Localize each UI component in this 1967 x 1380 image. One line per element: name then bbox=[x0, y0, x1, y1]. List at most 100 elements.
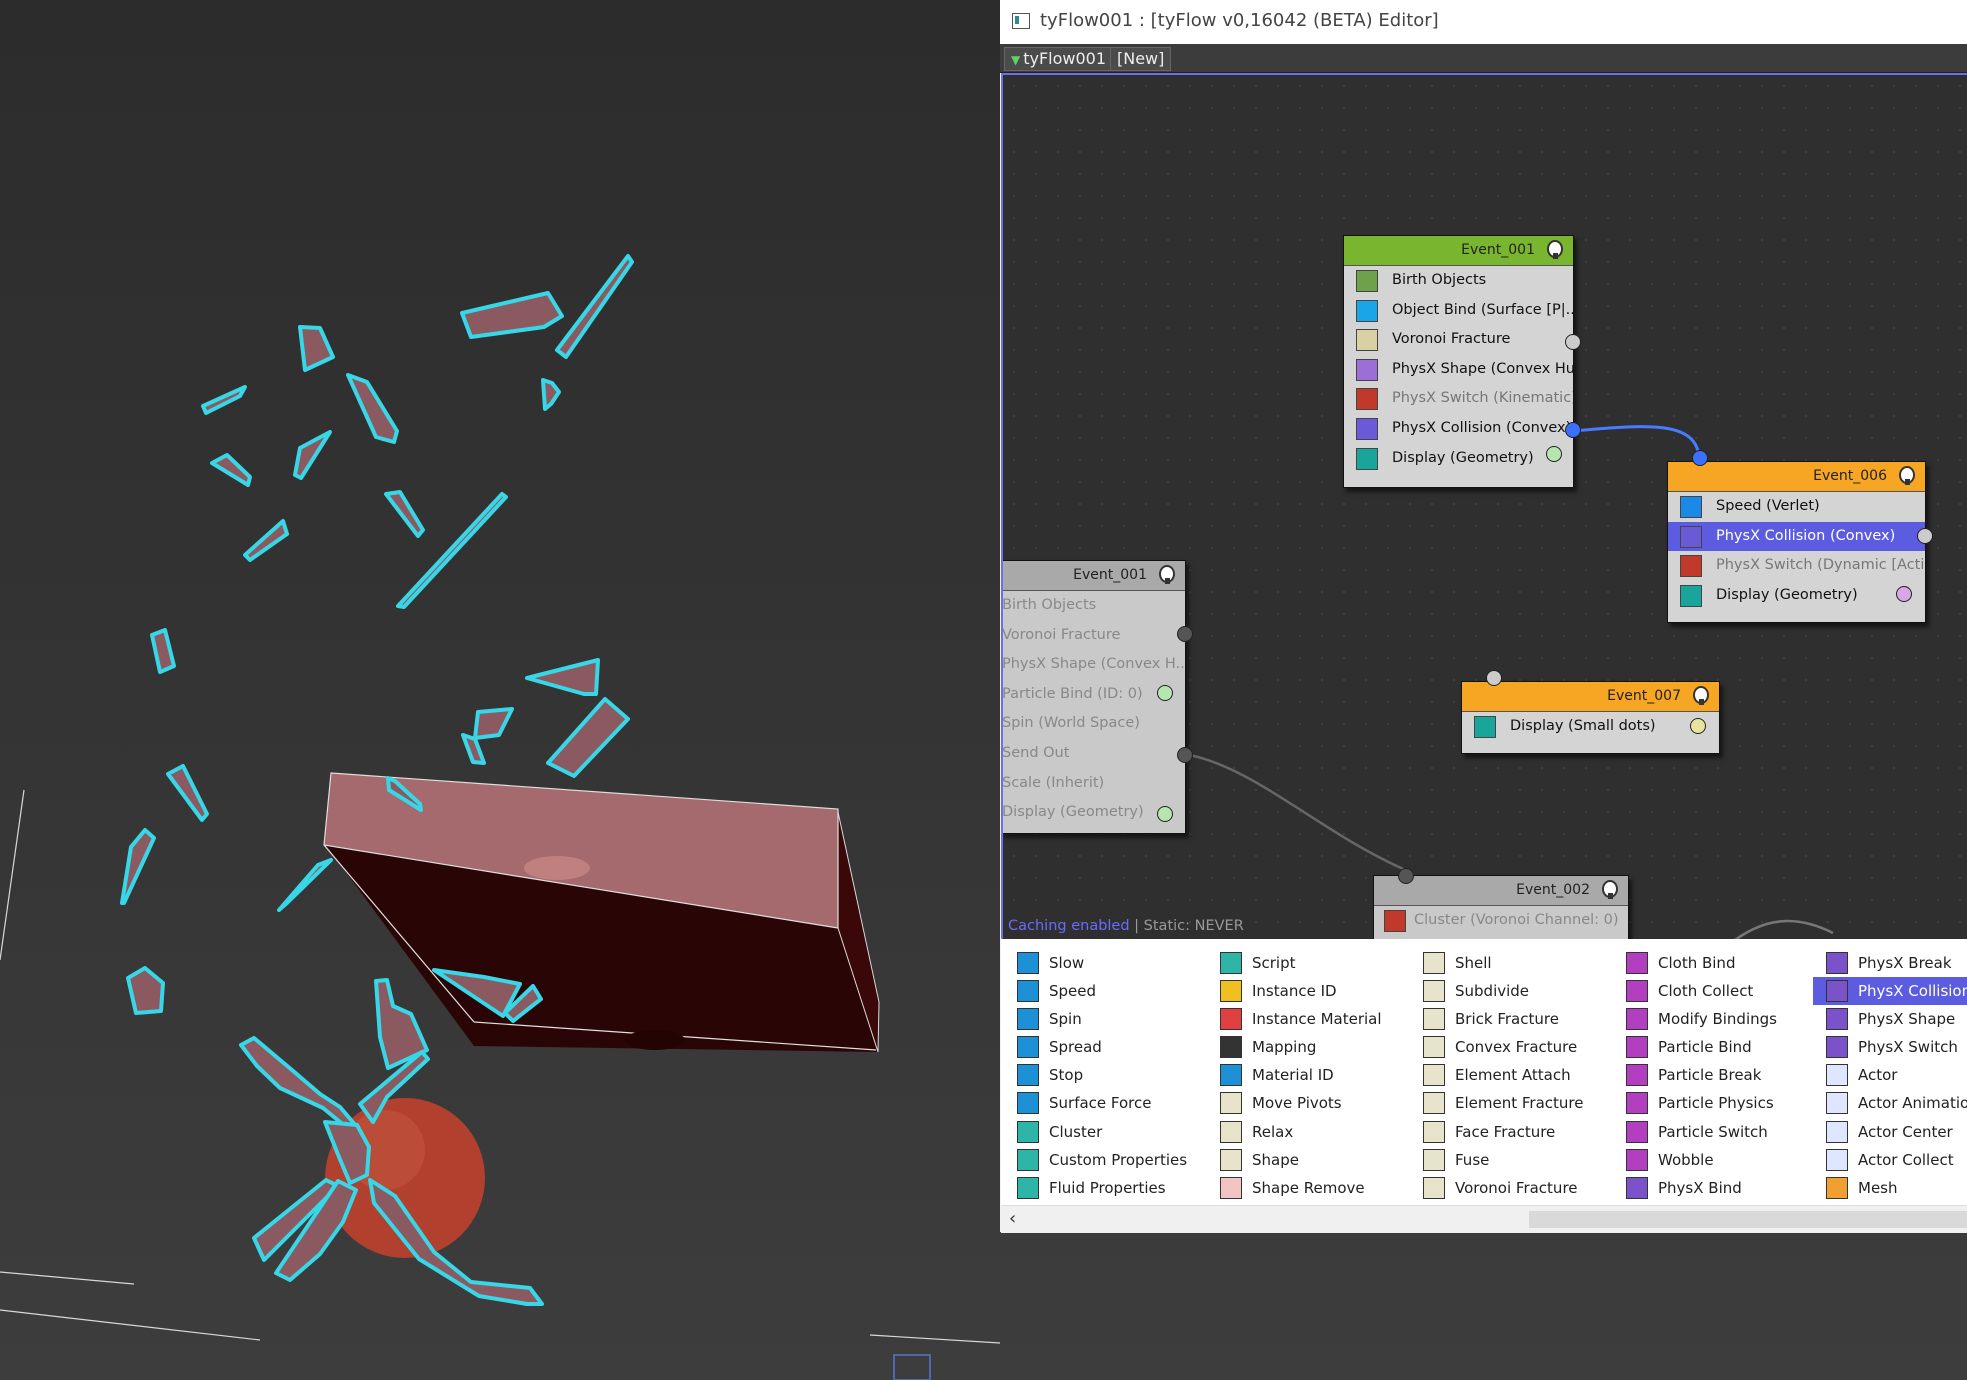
output-port[interactable] bbox=[1917, 528, 1933, 544]
operator-object-bind[interactable]: Object Bind (Surface [P|... bbox=[1344, 296, 1573, 326]
event-header[interactable]: Event_001 bbox=[1003, 561, 1185, 591]
depot-item-convex-fracture[interactable]: Convex Fracture bbox=[1415, 1033, 1605, 1061]
depot-item-instance-id[interactable]: Instance ID bbox=[1212, 977, 1402, 1005]
depot-item-shape-remove[interactable]: Shape Remove bbox=[1212, 1174, 1402, 1202]
operator-cluster[interactable]: Cluster (Voronoi Channel: 0) bbox=[1374, 906, 1628, 936]
depot-item-instance-material[interactable]: Instance Material bbox=[1212, 1005, 1402, 1033]
operator-birth-objects[interactable]: Birth Objects bbox=[1344, 266, 1573, 296]
operator-display[interactable]: Display (Geometry) bbox=[1668, 581, 1925, 611]
depot-horizontal-scrollbar[interactable]: ‹ bbox=[1001, 1205, 1967, 1233]
depot-item-modify-bindings[interactable]: Modify Bindings bbox=[1618, 1005, 1808, 1033]
scroll-left-arrow-icon[interactable]: ‹ bbox=[1009, 1208, 1016, 1229]
tyflow-editor-window[interactable]: tyFlow001 : [tyFlow v0,16042 (BETA) Edit… bbox=[1000, 0, 1967, 1233]
depot-item-fuse[interactable]: Fuse bbox=[1415, 1146, 1605, 1174]
display-color-swatch[interactable] bbox=[1157, 806, 1173, 822]
depot-item-shape[interactable]: Shape bbox=[1212, 1146, 1402, 1174]
caching-status[interactable]: Caching enabled bbox=[1008, 918, 1130, 934]
display-color-swatch[interactable] bbox=[1157, 685, 1173, 701]
operator-voronoi-fracture[interactable]: Voronoi Fracture bbox=[1003, 621, 1185, 651]
depot-item-particle-bind[interactable]: Particle Bind bbox=[1618, 1033, 1808, 1061]
depot-item-actor-collect[interactable]: Actor Collect bbox=[1813, 1146, 1967, 1174]
operator-physx-shape[interactable]: PhysX Shape (Convex Hu... bbox=[1344, 355, 1573, 385]
depot-item-subdivide[interactable]: Subdivide bbox=[1415, 977, 1605, 1005]
depot-item-physx-switch[interactable]: PhysX Switch bbox=[1813, 1033, 1967, 1061]
operator-send-out[interactable]: Send Out bbox=[1003, 739, 1185, 769]
event-node-event-007[interactable]: Event_007 Display (Small dots) bbox=[1461, 670, 1720, 754]
event-node-event-002[interactable]: Event_002 Cluster (Voronoi Channel: 0) bbox=[1373, 868, 1629, 939]
input-port[interactable] bbox=[1486, 670, 1502, 686]
tab-new[interactable]: [New] bbox=[1110, 47, 1172, 71]
depot-item-cloth-bind[interactable]: Cloth Bind bbox=[1618, 949, 1808, 977]
depot-item-actor-animation[interactable]: Actor Animation bbox=[1813, 1089, 1967, 1117]
depot-item-element-attach[interactable]: Element Attach bbox=[1415, 1061, 1605, 1089]
depot-item-fluid-properties[interactable]: Fluid Properties bbox=[1009, 1174, 1199, 1202]
bulb-icon[interactable] bbox=[1159, 565, 1175, 584]
depot-item-particle-switch[interactable]: Particle Switch bbox=[1618, 1118, 1808, 1146]
depot-item-mesh[interactable]: Mesh bbox=[1813, 1174, 1967, 1202]
send-out-port[interactable] bbox=[1177, 747, 1193, 763]
output-port[interactable] bbox=[1565, 334, 1581, 350]
depot-item-physx-collision[interactable]: PhysX Collision bbox=[1813, 977, 1967, 1006]
depot-item-particle-break[interactable]: Particle Break bbox=[1618, 1061, 1808, 1089]
depot-item-physx-break[interactable]: PhysX Break bbox=[1813, 949, 1967, 977]
operator-spin[interactable]: Spin (World Space) bbox=[1003, 709, 1185, 739]
depot-item-move-pivots[interactable]: Move Pivots bbox=[1212, 1089, 1402, 1117]
depot-item-speed[interactable]: Speed bbox=[1009, 977, 1199, 1005]
depot-item-physx-bind[interactable]: PhysX Bind bbox=[1618, 1174, 1808, 1202]
display-color-swatch[interactable] bbox=[1546, 446, 1562, 462]
operator-voronoi-fracture[interactable]: Voronoi Fracture bbox=[1344, 325, 1573, 355]
depot-item-custom-properties[interactable]: Custom Properties bbox=[1009, 1146, 1199, 1174]
node-graph-canvas[interactable]: Event_001 Birth Objects Object Bind (Sur… bbox=[1001, 73, 1967, 941]
depot-item-actor-center[interactable]: Actor Center bbox=[1813, 1118, 1967, 1146]
depot-item-relax[interactable]: Relax bbox=[1212, 1118, 1402, 1146]
depot-item-shell[interactable]: Shell bbox=[1415, 949, 1605, 977]
event-header[interactable]: Event_007 bbox=[1462, 682, 1719, 712]
depot-item-wobble[interactable]: Wobble bbox=[1618, 1146, 1808, 1174]
bulb-icon[interactable] bbox=[1899, 466, 1915, 485]
operator-birth-objects[interactable]: Birth Objects bbox=[1003, 591, 1185, 621]
operator-display[interactable]: Display (Small dots) bbox=[1462, 712, 1719, 742]
depot-item-mapping[interactable]: Mapping bbox=[1212, 1033, 1402, 1061]
event-header[interactable]: Event_001 bbox=[1344, 236, 1573, 266]
depot-item-element-fracture[interactable]: Element Fracture bbox=[1415, 1089, 1605, 1117]
depot-item-brick-fracture[interactable]: Brick Fracture bbox=[1415, 1005, 1605, 1033]
depot-item-cloth-collect[interactable]: Cloth Collect bbox=[1618, 977, 1808, 1005]
depot-item-stop[interactable]: Stop bbox=[1009, 1061, 1199, 1089]
operator-scale[interactable]: Scale (Inherit) bbox=[1003, 769, 1185, 799]
display-color-swatch[interactable] bbox=[1896, 586, 1912, 602]
depot-item-actor[interactable]: Actor bbox=[1813, 1061, 1967, 1089]
event-node-event-001-copy[interactable]: Event_001 Birth Objects Voronoi Fracture… bbox=[1003, 560, 1193, 834]
output-port-active[interactable] bbox=[1565, 422, 1581, 438]
tab-tyflow001[interactable]: ▼ tyFlow001 bbox=[1004, 47, 1114, 71]
bulb-icon[interactable] bbox=[1602, 880, 1618, 899]
depot-item-surface-force[interactable]: Surface Force bbox=[1009, 1089, 1199, 1117]
operator-physx-collision[interactable]: PhysX Collision (Convex) bbox=[1668, 521, 1925, 552]
operator-physx-switch[interactable]: PhysX Switch (Kinematic) bbox=[1344, 384, 1573, 414]
bulb-icon[interactable] bbox=[1547, 240, 1563, 259]
operator-physx-switch[interactable]: PhysX Switch (Dynamic [Acti... bbox=[1668, 551, 1925, 581]
depot-item-face-fracture[interactable]: Face Fracture bbox=[1415, 1118, 1605, 1146]
bulb-icon[interactable] bbox=[1693, 686, 1709, 705]
event-header[interactable]: Event_006 bbox=[1668, 462, 1925, 492]
output-port[interactable] bbox=[1177, 626, 1193, 642]
operator-display[interactable]: Display (Geometry) bbox=[1344, 444, 1573, 474]
event-node-event-001[interactable]: Event_001 Birth Objects Object Bind (Sur… bbox=[1343, 235, 1581, 488]
operator-physx-collision[interactable]: PhysX Collision (Convex) bbox=[1344, 414, 1573, 444]
depot-item-script[interactable]: Script bbox=[1212, 949, 1402, 977]
depot-item-slow[interactable]: Slow bbox=[1009, 949, 1199, 977]
depot-item-voronoi-fracture[interactable]: Voronoi Fracture bbox=[1415, 1174, 1605, 1202]
static-status[interactable]: Static: NEVER bbox=[1144, 918, 1244, 934]
scrollbar-thumb[interactable] bbox=[1529, 1211, 1967, 1228]
operator-physx-shape[interactable]: PhysX Shape (Convex H... bbox=[1003, 650, 1185, 680]
depot-item-material-id[interactable]: Material ID bbox=[1212, 1061, 1402, 1089]
operator-speed[interactable]: Speed (Verlet) bbox=[1668, 492, 1925, 522]
input-port[interactable] bbox=[1398, 868, 1414, 884]
display-color-swatch[interactable] bbox=[1690, 718, 1706, 734]
depot-item-spin[interactable]: Spin bbox=[1009, 1005, 1199, 1033]
depot-item-cluster[interactable]: Cluster bbox=[1009, 1118, 1199, 1146]
event-node-event-006[interactable]: Event_006 Speed (Verlet) PhysX Collision… bbox=[1667, 450, 1933, 623]
depot-item-spread[interactable]: Spread bbox=[1009, 1033, 1199, 1061]
depot-item-physx-shape[interactable]: PhysX Shape bbox=[1813, 1005, 1967, 1033]
title-bar[interactable]: tyFlow001 : [tyFlow v0,16042 (BETA) Edit… bbox=[1000, 0, 1967, 44]
operator-depot[interactable]: Slow Speed Spin Spread Stop Surface Forc… bbox=[1001, 939, 1967, 1205]
